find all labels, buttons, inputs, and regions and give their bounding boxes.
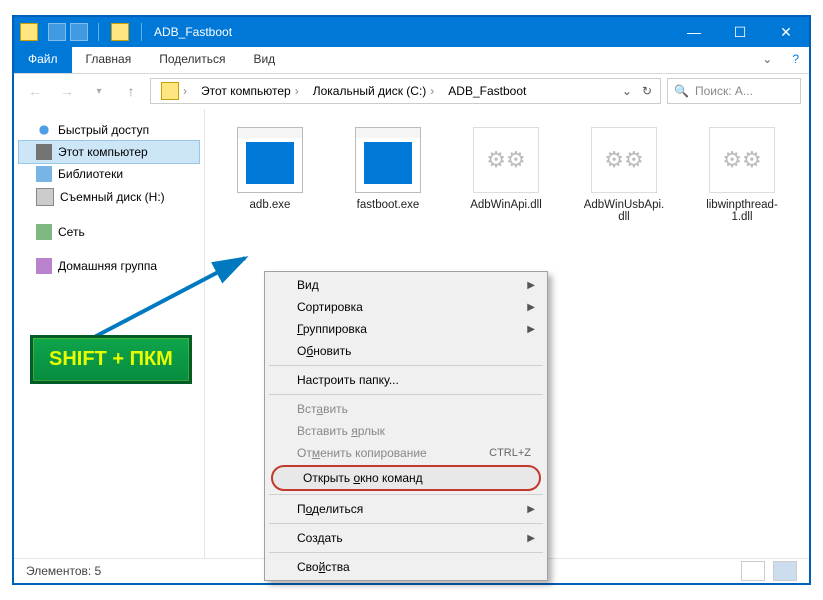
- pc-icon: [36, 144, 52, 160]
- file-name: AdbWinApi.dll: [463, 199, 549, 211]
- file-item[interactable]: libwinpthread-1.dll: [699, 127, 785, 223]
- star-icon: [36, 122, 52, 138]
- file-icon: [237, 127, 303, 193]
- disk-icon: [36, 188, 54, 206]
- sidebar-item-this-pc[interactable]: Этот компьютер: [18, 140, 200, 164]
- file-item[interactable]: fastboot.exe: [345, 127, 431, 211]
- sidebar-item-removable[interactable]: Съемный диск (H:): [14, 185, 204, 209]
- file-name: libwinpthread-1.dll: [699, 199, 785, 223]
- ctx-refresh[interactable]: Обновить: [267, 340, 545, 362]
- breadcrumb: Локальный диск (C:)›: [307, 80, 441, 102]
- ribbon: Файл Главная Поделиться Вид ⌄ ?: [14, 47, 809, 74]
- file-icon: [591, 127, 657, 193]
- ctx-undo: Отменить копированиеCTRL+Z: [267, 442, 545, 464]
- quick-access-toolbar: [44, 23, 92, 41]
- chevron-right-icon: ▶: [527, 533, 535, 544]
- tab-view[interactable]: Вид: [239, 47, 289, 73]
- file-name: AdbWinUsbApi.dll: [581, 199, 667, 223]
- ctx-sort[interactable]: Сортировка▶: [267, 296, 545, 318]
- breadcrumb-bar[interactable]: › Этот компьютер› Локальный диск (C:)› A…: [150, 78, 661, 104]
- dropdown-icon[interactable]: ⌄: [618, 84, 636, 98]
- chevron-right-icon: ▶: [527, 280, 535, 291]
- file-name: fastboot.exe: [345, 199, 431, 211]
- ctx-customize[interactable]: Настроить папку...: [267, 369, 545, 391]
- file-item[interactable]: adb.exe: [227, 127, 313, 211]
- file-item[interactable]: AdbWinApi.dll: [463, 127, 549, 211]
- up-button[interactable]: ↑: [118, 78, 144, 104]
- search-icon: 🔍: [674, 84, 689, 98]
- minimize-button[interactable]: —: [671, 17, 717, 47]
- folder-icon: [111, 23, 129, 41]
- breadcrumb: Этот компьютер›: [195, 80, 305, 102]
- file-icon: [473, 127, 539, 193]
- file-icon: [709, 127, 775, 193]
- icons-view-button[interactable]: [773, 561, 797, 581]
- ctx-new[interactable]: Создать▶: [267, 527, 545, 549]
- homegroup-icon: [36, 258, 52, 274]
- hint-overlay: SHIFT + ПКМ: [30, 335, 192, 384]
- item-count: Элементов: 5: [26, 564, 101, 578]
- address-bar-row: ← → ▾ ↑ › Этот компьютер› Локальный диск…: [14, 74, 809, 108]
- sidebar-item-quick-access[interactable]: Быстрый доступ: [14, 119, 204, 141]
- window-title: ADB_Fastboot: [148, 25, 671, 39]
- forward-button[interactable]: →: [54, 78, 80, 104]
- ctx-share[interactable]: Поделиться▶: [267, 498, 545, 520]
- search-input[interactable]: 🔍 Поиск: A...: [667, 78, 801, 104]
- file-item[interactable]: AdbWinUsbApi.dll: [581, 127, 667, 223]
- details-view-button[interactable]: [741, 561, 765, 581]
- ctx-paste: Вставить: [267, 398, 545, 420]
- ctx-open-command-window[interactable]: Открыть окно команд: [271, 465, 541, 491]
- chevron-right-icon: ▶: [527, 504, 535, 515]
- tab-home[interactable]: Главная: [72, 47, 146, 73]
- library-icon: [36, 166, 52, 182]
- sidebar-item-network[interactable]: Сеть: [14, 221, 204, 243]
- qat-button[interactable]: [70, 23, 88, 41]
- ribbon-expand-icon[interactable]: ⌄: [752, 47, 782, 73]
- file-menu[interactable]: Файл: [14, 47, 72, 73]
- qat-button[interactable]: [48, 23, 66, 41]
- folder-icon: [161, 82, 179, 100]
- sidebar-item-homegroup[interactable]: Домашняя группа: [14, 255, 204, 277]
- breadcrumb: ADB_Fastboot: [442, 80, 532, 102]
- maximize-button[interactable]: ☐: [717, 17, 763, 47]
- ctx-view[interactable]: Вид▶: [267, 274, 545, 296]
- context-menu: Вид▶ Сортировка▶ Группировка▶ Обновить Н…: [264, 271, 548, 581]
- ctx-properties[interactable]: Свойства: [267, 556, 545, 578]
- back-button[interactable]: ←: [22, 78, 48, 104]
- ctx-paste-shortcut: Вставить ярлык: [267, 420, 545, 442]
- titlebar: ADB_Fastboot — ☐ ✕: [14, 17, 809, 47]
- sidebar-item-libraries[interactable]: Библиотеки: [14, 163, 204, 185]
- file-icon: [355, 127, 421, 193]
- tab-share[interactable]: Поделиться: [145, 47, 239, 73]
- chevron-right-icon: ▶: [527, 324, 535, 335]
- ctx-group[interactable]: Группировка▶: [267, 318, 545, 340]
- help-icon[interactable]: ?: [782, 47, 809, 73]
- network-icon: [36, 224, 52, 240]
- navigation-pane: Быстрый доступ Этот компьютер Библиотеки…: [14, 109, 205, 559]
- recent-locations-button[interactable]: ▾: [86, 78, 112, 104]
- file-name: adb.exe: [227, 199, 313, 211]
- close-button[interactable]: ✕: [763, 17, 809, 47]
- chevron-right-icon: ▶: [527, 302, 535, 313]
- folder-icon: [20, 23, 38, 41]
- refresh-icon[interactable]: ↻: [638, 84, 656, 98]
